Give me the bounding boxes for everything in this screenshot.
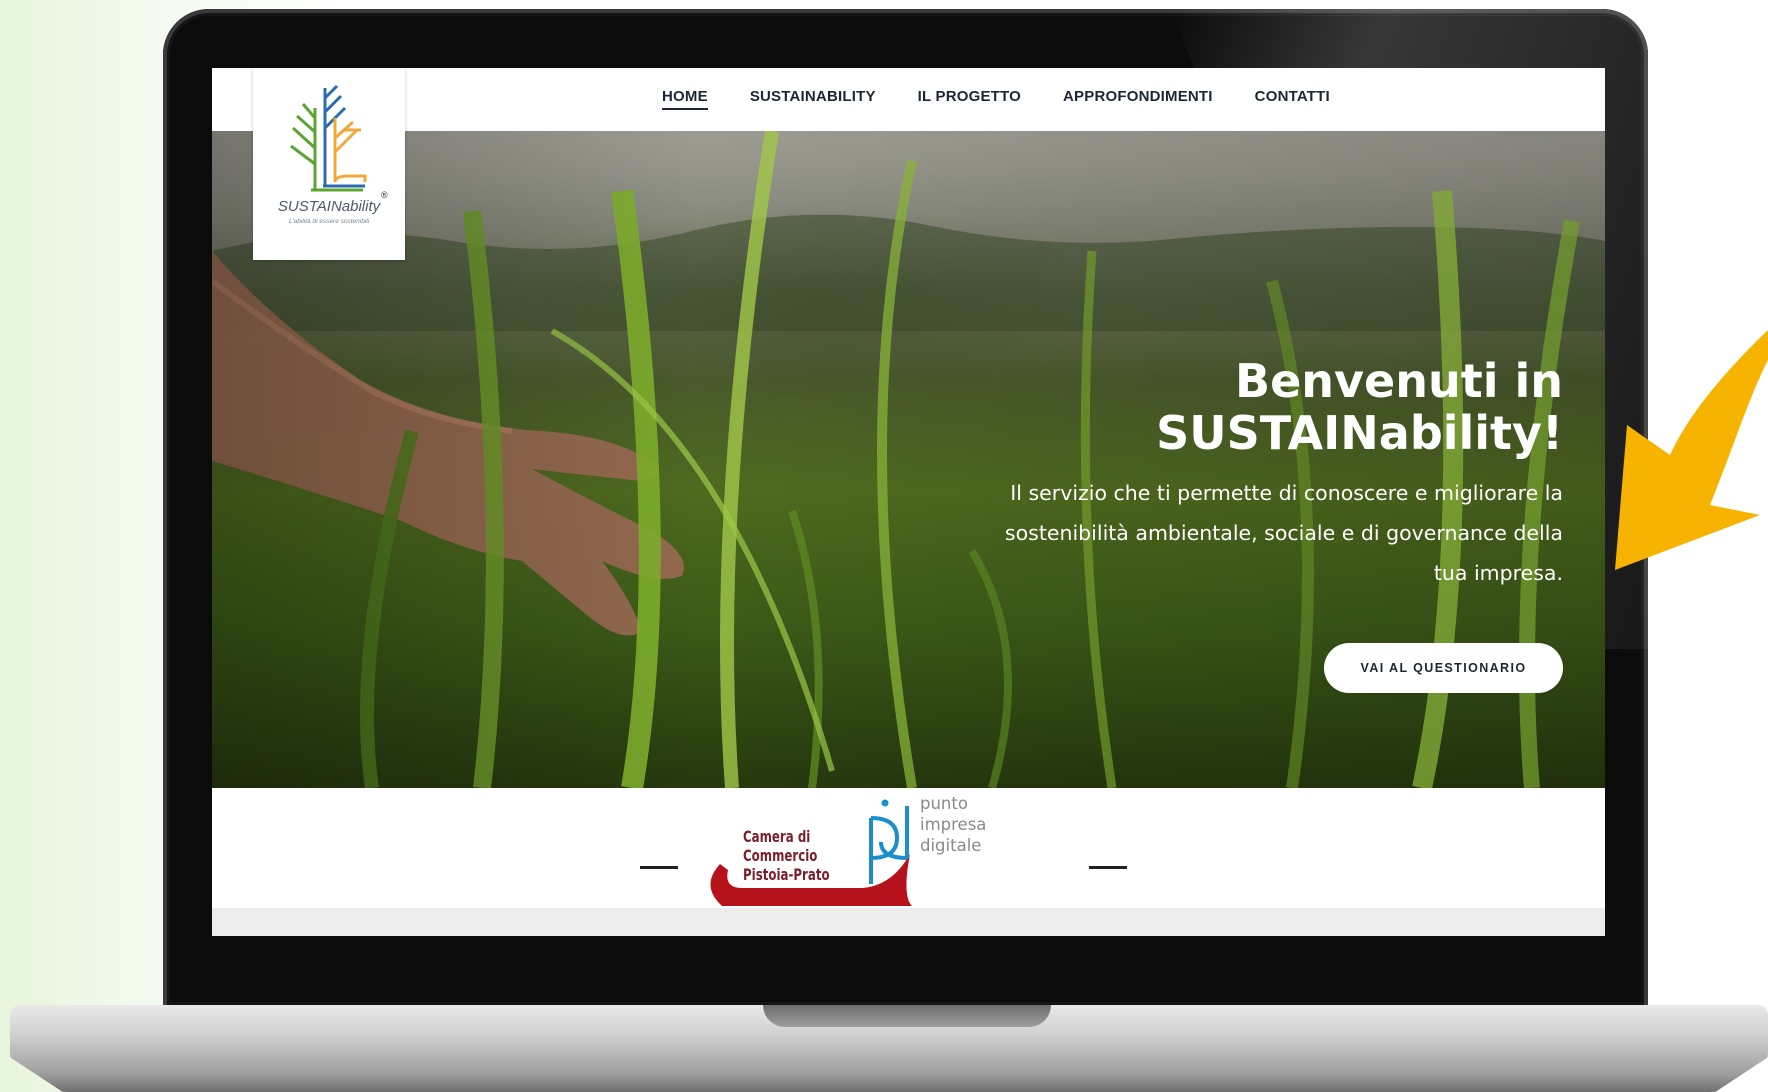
partners-dash-right bbox=[1089, 866, 1127, 869]
pid-line1: punto bbox=[920, 794, 968, 813]
hero-subtitle: Il servizio che ti permette di conoscere… bbox=[923, 473, 1563, 593]
hero-title-line1: Benvenuti in bbox=[1235, 354, 1563, 408]
nav-sustainability[interactable]: SUSTAINABILITY bbox=[750, 88, 876, 110]
pid-line2: impresa bbox=[920, 815, 987, 834]
hero-title: Benvenuti in SUSTAINability! bbox=[1003, 355, 1563, 459]
pid-line3: digitale bbox=[920, 836, 982, 855]
main-nav: HOME SUSTAINABILITY IL PROGETTO APPROFON… bbox=[662, 88, 1330, 110]
logo-name: SUSTAINability bbox=[277, 198, 381, 215]
hero-banner: Benvenuti in SUSTAINability! Il servizio… bbox=[212, 131, 1605, 788]
punto-impresa-digitale-logo[interactable]: punto impresa digitale bbox=[920, 793, 1020, 856]
laptop-notch bbox=[763, 1005, 1051, 1027]
hero-title-line2: SUSTAINability! bbox=[1156, 406, 1563, 460]
logo-tagline: L'abilità di essere sostenibili bbox=[288, 218, 370, 225]
nav-contatti[interactable]: CONTATTI bbox=[1255, 88, 1330, 110]
hero-subtitle-line2: sostenibilità ambientale, sociale e di g… bbox=[1004, 521, 1563, 545]
laptop-screen: Benvenuti in SUSTAINability! Il servizio… bbox=[212, 68, 1605, 936]
registered-mark: ® bbox=[381, 190, 388, 198]
tree-logo-icon: ® bbox=[290, 84, 388, 198]
hero-subtitle-line3: tua impresa. bbox=[1433, 561, 1563, 585]
yellow-arrow-icon bbox=[1615, 330, 1768, 570]
nav-approfondimenti[interactable]: APPROFONDIMENTI bbox=[1063, 88, 1213, 110]
top-navbar: HOME SUSTAINABILITY IL PROGETTO APPROFON… bbox=[212, 68, 1605, 131]
site-logo[interactable]: ® SUSTAINability L'abilità di essere sos… bbox=[253, 68, 405, 260]
questionnaire-button[interactable]: VAI AL QUESTIONARIO bbox=[1324, 643, 1563, 693]
hero-subtitle-line1: Il servizio che ti permette di conoscere… bbox=[1010, 481, 1563, 505]
nav-home[interactable]: HOME bbox=[662, 88, 708, 110]
partners-dash-left bbox=[640, 866, 678, 869]
nav-il-progetto[interactable]: IL PROGETTO bbox=[918, 88, 1021, 110]
punto-impresa-digitale-icon bbox=[869, 799, 909, 884]
